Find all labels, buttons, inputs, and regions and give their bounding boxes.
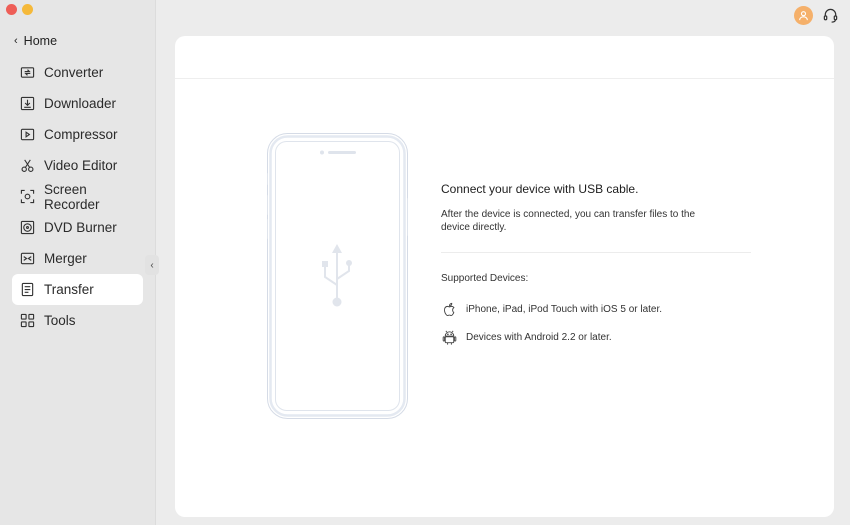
sidebar-item-label: Tools xyxy=(44,313,76,328)
transfer-icon xyxy=(21,282,34,297)
panel-header xyxy=(175,36,834,79)
connect-info: Connect your device with USB cable. Afte… xyxy=(441,182,751,346)
home-link[interactable]: ‹ Home xyxy=(14,33,57,49)
dvd-icon xyxy=(20,220,35,235)
chevron-left-icon: ‹ xyxy=(14,34,18,47)
scissors-icon xyxy=(21,159,34,172)
sidebar-item-label: Converter xyxy=(44,65,104,80)
home-label: Home xyxy=(23,34,58,48)
support-button[interactable] xyxy=(821,6,840,25)
transfer-panel: Connect your device with USB cable. Afte… xyxy=(175,36,834,517)
divider xyxy=(441,252,751,253)
sidebar-item-merger[interactable]: Merger xyxy=(12,243,143,274)
sidebar: ‹ Home Converter Downloader Compressor V… xyxy=(0,0,156,525)
sidebar-item-label: DVD Burner xyxy=(44,220,117,235)
sidebar-item-downloader[interactable]: Downloader xyxy=(12,88,143,119)
sidebar-item-label: Compressor xyxy=(44,127,118,142)
converter-icon xyxy=(20,67,35,78)
sidebar-item-compressor[interactable]: Compressor xyxy=(12,119,143,150)
sidebar-nav: Converter Downloader Compressor Video Ed… xyxy=(12,57,143,336)
device-android-label: Devices with Android 2.2 or later. xyxy=(466,332,612,343)
downloader-icon xyxy=(20,96,35,111)
sidebar-item-converter[interactable]: Converter xyxy=(12,57,143,88)
sidebar-item-label: Video Editor xyxy=(44,158,118,173)
screen-recorder-icon xyxy=(20,189,35,204)
apple-icon xyxy=(444,302,455,317)
minimize-window-button[interactable] xyxy=(22,4,33,15)
android-icon xyxy=(442,330,457,345)
sidebar-item-label: Merger xyxy=(44,251,87,266)
supported-devices-label: Supported Devices: xyxy=(441,273,529,284)
sidebar-item-label: Screen Recorder xyxy=(44,181,100,212)
device-ios-label: iPhone, iPad, iPod Touch with iOS 5 or l… xyxy=(466,304,663,315)
window-controls xyxy=(6,4,33,15)
collapse-sidebar-button[interactable]: ‹ xyxy=(145,255,159,275)
sidebar-item-video-editor[interactable]: Video Editor xyxy=(12,150,143,181)
sidebar-item-dvd-burner[interactable]: DVD Burner xyxy=(12,212,143,243)
tools-icon xyxy=(20,313,35,328)
merger-icon xyxy=(20,252,35,265)
headset-icon xyxy=(823,8,838,23)
close-window-button[interactable] xyxy=(6,4,17,15)
compressor-icon xyxy=(20,128,35,141)
sidebar-item-screen-recorder[interactable]: Screen Recorder xyxy=(12,181,143,212)
connect-heading: Connect your device with USB cable. xyxy=(441,182,639,196)
sidebar-item-label: Transfer xyxy=(44,282,94,297)
avatar[interactable] xyxy=(794,6,813,25)
device-item-android: Devices with Android 2.2 or later. xyxy=(441,329,751,346)
device-item-ios: iPhone, iPad, iPod Touch with iOS 5 or l… xyxy=(441,301,751,318)
chevron-left-icon: ‹ xyxy=(150,259,154,271)
connect-description: After the device is connected, you can t… xyxy=(441,209,696,233)
phone-illustration xyxy=(267,133,408,419)
top-right-toolbar xyxy=(794,6,840,25)
user-icon xyxy=(799,11,808,21)
sidebar-item-transfer[interactable]: Transfer xyxy=(12,274,143,305)
sidebar-item-tools[interactable]: Tools xyxy=(12,305,143,336)
sidebar-item-label: Downloader xyxy=(44,96,117,111)
